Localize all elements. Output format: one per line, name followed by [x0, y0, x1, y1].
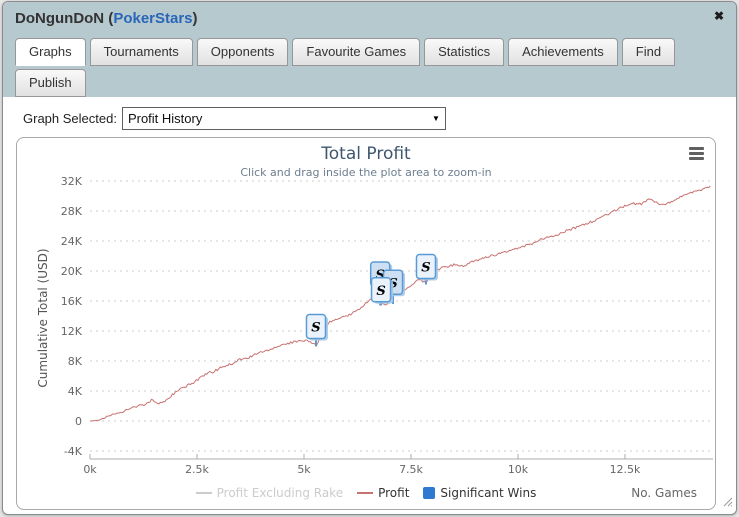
chart-menu-icon[interactable] [689, 147, 704, 162]
svg-text:16K: 16K [61, 295, 83, 308]
profit-chart-panel[interactable]: -4K04K8K12K16K20K24K28K32KCumulative Tot… [16, 137, 716, 510]
svg-text:28K: 28K [61, 205, 83, 218]
svg-text:12K: 12K [61, 325, 83, 338]
svg-text:-4K: -4K [64, 445, 83, 458]
player-stats-dialog: DoNgunDoN (PokerStars) ✖ Graphs Tourname… [2, 1, 737, 515]
tab-opponents[interactable]: Opponents [197, 38, 289, 66]
profit-line-series[interactable] [90, 186, 710, 421]
tab-achievements[interactable]: Achievements [508, 38, 618, 66]
tab-find[interactable]: Find [622, 38, 675, 66]
tab-publish[interactable]: Publish [15, 69, 86, 97]
tab-bar-row1: Graphs Tournaments Opponents Favourite G… [15, 38, 724, 66]
x-axis: 0k 2.5k 5k 7.5k 10k 12.5k [83, 454, 713, 476]
graph-selected-label: Graph Selected: [23, 111, 117, 126]
svg-text:24K: 24K [61, 235, 83, 248]
chevron-down-icon: ▼ [432, 114, 440, 123]
svg-text:0k: 0k [83, 463, 97, 476]
legend-square-icon [423, 487, 435, 499]
chart-title: Total Profit [17, 144, 715, 164]
svg-text:10k: 10k [508, 463, 529, 476]
flag-label: S [376, 284, 385, 299]
tab-statistics[interactable]: Statistics [424, 38, 504, 66]
legend-item-profit[interactable]: Profit [357, 486, 409, 500]
screenshot-root: DoNgunDoN (PokerStars) ✖ Graphs Tourname… [0, 0, 739, 517]
graph-select-value: Profit History [128, 111, 202, 126]
significant-win-flags[interactable]: SSSSS [306, 255, 437, 347]
svg-text:8K: 8K [68, 355, 83, 368]
tab-bar-row2: Publish [15, 69, 724, 97]
svg-text:12.5k: 12.5k [610, 463, 641, 476]
x-axis-title: No. Games [631, 486, 697, 500]
graph-select-dropdown[interactable]: Profit History ▼ [122, 107, 446, 130]
tab-tournaments[interactable]: Tournaments [90, 38, 193, 66]
svg-text:0: 0 [75, 415, 82, 428]
svg-text:2.5k: 2.5k [185, 463, 209, 476]
chart-legend: Profit Excluding Rake Profit Significant… [17, 486, 715, 500]
player-name: DoNgunDoN ( [15, 10, 113, 27]
legend-line-icon [357, 492, 373, 494]
legend-line-icon [196, 492, 212, 494]
y-gridlines [90, 181, 713, 451]
dialog-header: DoNgunDoN (PokerStars) ✖ Graphs Tourname… [3, 2, 736, 97]
close-icon[interactable]: ✖ [714, 9, 724, 23]
svg-text:20K: 20K [61, 265, 83, 278]
chart-subtitle: Click and drag inside the plot area to z… [17, 166, 715, 179]
svg-text:4K: 4K [68, 385, 83, 398]
svg-text:5k: 5k [297, 463, 311, 476]
chart-plot-area[interactable]: -4K04K8K12K16K20K24K28K32KCumulative Tot… [17, 138, 715, 509]
flag-label: S [421, 261, 430, 276]
legend-item-significant-wins[interactable]: Significant Wins [423, 486, 536, 500]
dialog-body: Graph Selected: Profit History ▼ -4K 0 4K 8… [3, 107, 736, 510]
tab-favourite-games[interactable]: Favourite Games [292, 38, 420, 66]
tab-graphs[interactable]: Graphs [15, 38, 86, 66]
significant-win-flag[interactable]: S [372, 278, 394, 306]
svg-text:7.5k: 7.5k [399, 463, 423, 476]
legend-item-profit-excluding-rake[interactable]: Profit Excluding Rake [196, 486, 343, 500]
y-axis-title: Cumulative Total (USD) [36, 248, 50, 387]
dialog-title: DoNgunDoN (PokerStars) [15, 10, 198, 27]
flag-label: S [311, 321, 320, 336]
resize-grip-icon[interactable] [722, 496, 733, 507]
site-name: PokerStars [113, 10, 192, 27]
y-axis-labels: -4K04K8K12K16K20K24K28K32K [61, 175, 83, 458]
